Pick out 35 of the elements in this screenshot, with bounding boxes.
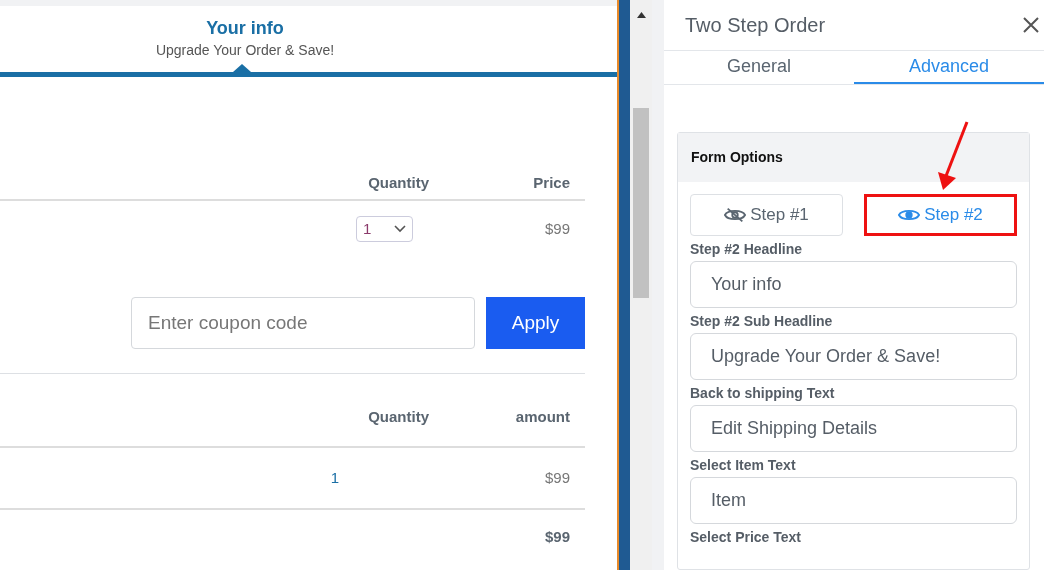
step-subtitle: Upgrade Your Order & Save! [155, 41, 335, 60]
field-label: Back to shipping Text [690, 384, 836, 403]
field-label: Step #2 Headline [690, 240, 804, 259]
scroll-up-arrow-icon[interactable] [636, 12, 646, 18]
section-title: Form Options [691, 148, 783, 167]
tab[interactable]: Advanced [854, 50, 1044, 84]
column-header: Quantity [367, 172, 429, 193]
text-field[interactable]: Edit Shipping Details [690, 405, 1017, 452]
chevron-down-icon [394, 225, 406, 233]
step-button[interactable]: Step #2 [864, 194, 1017, 236]
quantity-dropdown[interactable]: 1 [356, 216, 413, 242]
panel-title: Two Step Order [685, 12, 826, 38]
close-icon[interactable] [1022, 15, 1040, 34]
coupon-field[interactable]: Enter coupon code [131, 297, 475, 349]
quantity-cell-text: 1 [329, 467, 341, 488]
price-cell-text: $99 [543, 218, 571, 239]
scrollbar-thumb[interactable] [633, 108, 649, 298]
text-field[interactable]: Your info [690, 261, 1017, 308]
step-title: Your info [206, 17, 284, 40]
text-field[interactable]: Item [690, 477, 1017, 524]
step-button[interactable]: Step #1 [690, 194, 843, 236]
scrollbar[interactable] [630, 0, 652, 570]
tab[interactable]: General [664, 50, 854, 84]
total-amount: $99 [544, 526, 570, 547]
field-label: Select Item Text [690, 456, 797, 475]
field-label: Select Price Text [690, 528, 803, 547]
amount-cell-text: $99 [543, 467, 571, 488]
column-header: Price [532, 172, 571, 193]
field-label: Step #2 Sub Headline [690, 312, 834, 331]
eye-slash-icon [724, 207, 747, 223]
column-header: amount [514, 406, 571, 427]
column-header: Quantity [367, 406, 429, 427]
eye-icon [898, 207, 921, 223]
apply-button[interactable]: Apply [486, 297, 585, 349]
text-field[interactable]: Upgrade Your Order & Save! [690, 333, 1017, 380]
